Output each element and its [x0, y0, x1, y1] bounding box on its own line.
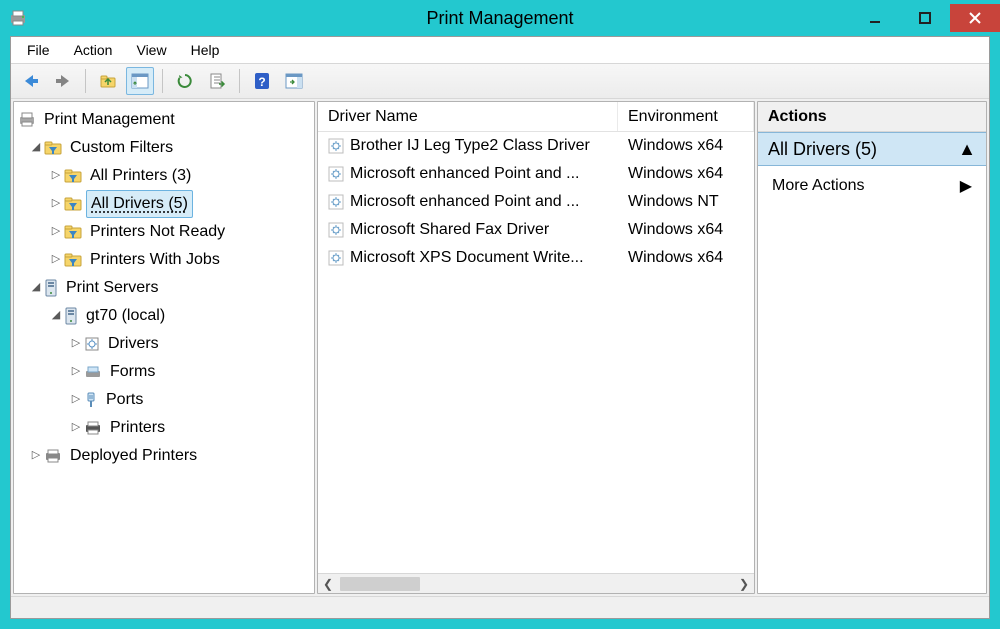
server-icon: [64, 307, 78, 325]
actions-header: Actions: [758, 102, 986, 132]
column-driver-name[interactable]: Driver Name: [318, 102, 618, 131]
list-item[interactable]: Brother IJ Leg Type2 Class Driver Window…: [318, 132, 754, 160]
folder-filter-icon: [44, 140, 62, 156]
panes-container: Print Management ◢ Custom Filters ▷: [11, 99, 989, 596]
scroll-track[interactable]: [338, 574, 734, 593]
printer-icon: [84, 420, 102, 436]
horizontal-scrollbar[interactable]: ❮ ❯: [318, 573, 754, 593]
print-management-icon: [18, 111, 36, 129]
list-item[interactable]: Microsoft enhanced Point and ... Windows…: [318, 160, 754, 188]
nav-back-button[interactable]: [17, 67, 45, 95]
client-area: File Action View Help ?: [10, 36, 990, 619]
toolbar-separator: [85, 69, 86, 93]
tree-custom-filters-label: Custom Filters: [70, 139, 173, 156]
actions-pane: Actions All Drivers (5) ▲ More Actions ▶: [757, 101, 987, 594]
folder-filter-icon: [64, 224, 82, 240]
tree-forms[interactable]: ▷ Forms: [14, 358, 314, 386]
tree-pane: Print Management ◢ Custom Filters ▷: [13, 101, 315, 594]
menu-view[interactable]: View: [126, 39, 176, 61]
chevron-right-icon: ▶: [960, 176, 972, 196]
expand-icon[interactable]: ▷: [68, 335, 84, 353]
export-list-button[interactable]: [203, 67, 231, 95]
list-column-header[interactable]: Driver Name Environment: [318, 102, 754, 132]
list-pane: Driver Name Environment Brother IJ Leg T…: [317, 101, 755, 594]
tree-server-local[interactable]: ◢ gt70 (local): [14, 302, 314, 330]
list-item[interactable]: Microsoft XPS Document Write... Windows …: [318, 244, 754, 272]
expand-icon[interactable]: ▷: [48, 251, 64, 269]
close-button[interactable]: [950, 4, 1000, 32]
collapse-icon[interactable]: ◢: [28, 139, 44, 157]
svg-text:?: ?: [258, 75, 265, 89]
toolbar-separator: [162, 69, 163, 93]
navigation-tree[interactable]: Print Management ◢ Custom Filters ▷: [14, 102, 314, 593]
scroll-left-icon[interactable]: ❮: [318, 574, 338, 593]
tree-root-label: Print Management: [44, 111, 175, 128]
tree-filter-all-printers[interactable]: ▷ All Printers (3): [14, 162, 314, 190]
port-icon: [84, 391, 98, 409]
collapse-up-icon[interactable]: ▲: [958, 139, 976, 160]
tree-print-servers[interactable]: ◢ Print Servers: [14, 274, 314, 302]
toolbar-separator: [239, 69, 240, 93]
menu-bar: File Action View Help: [11, 37, 989, 63]
tree-filter-not-ready[interactable]: ▷ Printers Not Ready: [14, 218, 314, 246]
collapse-icon[interactable]: ◢: [28, 279, 44, 297]
server-icon: [44, 279, 58, 297]
title-bar: Print Management: [0, 0, 1000, 36]
menu-file[interactable]: File: [17, 39, 60, 61]
expand-icon[interactable]: ▷: [68, 363, 84, 381]
nav-forward-button[interactable]: [49, 67, 77, 95]
tree-printers[interactable]: ▷ Printers: [14, 414, 314, 442]
action-more-actions[interactable]: More Actions ▶: [758, 172, 986, 200]
list-body[interactable]: Brother IJ Leg Type2 Class Driver Window…: [318, 132, 754, 593]
folder-filter-icon: [64, 196, 82, 212]
gear-icon: [328, 138, 344, 154]
collapse-icon[interactable]: ◢: [48, 307, 64, 325]
gear-icon: [328, 194, 344, 210]
maximize-button[interactable]: [900, 4, 950, 32]
help-button[interactable]: ?: [248, 67, 276, 95]
menu-action[interactable]: Action: [64, 39, 123, 61]
list-item[interactable]: Microsoft enhanced Point and ... Windows…: [318, 188, 754, 216]
expand-icon[interactable]: ▷: [28, 447, 44, 465]
status-bar: [11, 596, 989, 618]
tree-root[interactable]: Print Management: [14, 106, 314, 134]
tree-filter-with-jobs[interactable]: ▷ Printers With Jobs: [14, 246, 314, 274]
show-hide-action-pane-button[interactable]: [280, 67, 308, 95]
expand-icon[interactable]: ▷: [48, 195, 64, 213]
tree-ports[interactable]: ▷ Ports: [14, 386, 314, 414]
gear-icon: [328, 222, 344, 238]
list-item[interactable]: Microsoft Shared Fax Driver Windows x64: [318, 216, 754, 244]
printer-icon: [44, 448, 62, 464]
show-hide-tree-button[interactable]: [126, 67, 154, 95]
gear-icon: [328, 166, 344, 182]
actions-context-label: All Drivers (5): [768, 139, 877, 160]
toolbar: ?: [11, 63, 989, 99]
expand-icon[interactable]: ▷: [48, 223, 64, 241]
menu-help[interactable]: Help: [181, 39, 230, 61]
folder-filter-icon: [64, 252, 82, 268]
refresh-button[interactable]: [171, 67, 199, 95]
tree-custom-filters[interactable]: ◢ Custom Filters: [14, 134, 314, 162]
expand-icon[interactable]: ▷: [68, 391, 84, 409]
scroll-thumb[interactable]: [340, 577, 420, 591]
expand-icon[interactable]: ▷: [48, 167, 64, 185]
column-environment[interactable]: Environment: [618, 102, 754, 131]
gear-icon: [328, 250, 344, 266]
driver-icon: [84, 336, 100, 352]
actions-context[interactable]: All Drivers (5) ▲: [758, 132, 986, 166]
scroll-right-icon[interactable]: ❯: [734, 574, 754, 593]
app-icon: [8, 8, 28, 28]
folder-filter-icon: [64, 168, 82, 184]
tree-drivers[interactable]: ▷ Drivers: [14, 330, 314, 358]
expand-icon[interactable]: ▷: [68, 419, 84, 437]
tree-deployed-printers[interactable]: ▷ Deployed Printers: [14, 442, 314, 470]
forms-icon: [84, 365, 102, 379]
up-level-button[interactable]: [94, 67, 122, 95]
tree-filter-all-drivers[interactable]: ▷ All Drivers (5): [14, 190, 314, 218]
minimize-button[interactable]: [850, 4, 900, 32]
